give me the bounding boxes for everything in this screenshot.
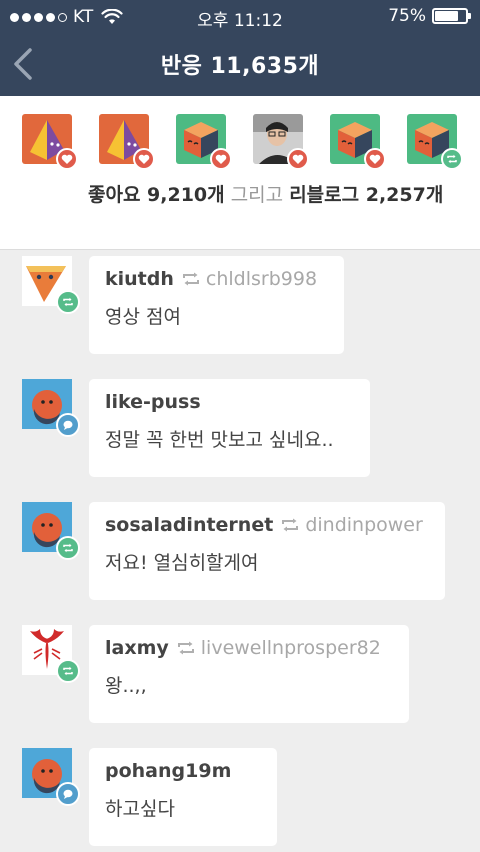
- heart-icon: [133, 148, 155, 170]
- status-bar: KT 오후 11:12 75%: [0, 0, 480, 34]
- note-bubble[interactable]: like-puss 정말 꼭 한번 맛보고 싶네요..: [89, 379, 370, 477]
- reblog-icon: [56, 536, 80, 560]
- note-header: pohang19m: [105, 760, 261, 782]
- reblog-icon: [177, 641, 194, 655]
- note-bubble[interactable]: sosaladinternet dindinpower 저요! 열심히할게여: [89, 502, 445, 600]
- reblogged-from-link[interactable]: chldlsrb998: [206, 268, 317, 290]
- reblog-icon: [282, 518, 299, 532]
- battery-icon: [432, 8, 471, 24]
- reblogs-count: 리블로그 2,257개: [289, 184, 444, 206]
- reblogged-from-link[interactable]: dindinpower: [305, 514, 423, 536]
- heart-icon: [287, 148, 309, 170]
- reactor-avatar[interactable]: [330, 114, 386, 170]
- battery-percent: 75%: [388, 6, 426, 26]
- heart-icon: [364, 148, 386, 170]
- reblogged-from-link[interactable]: livewellnprosper82: [201, 637, 381, 659]
- reblog-icon: [56, 290, 80, 314]
- reactor-avatar[interactable]: [22, 114, 78, 170]
- note-text: 왕..,,: [105, 675, 147, 697]
- reactions-summary-panel: 좋아요 9,210개 그리고 리블로그 2,257개: [0, 96, 480, 250]
- note-header: laxmy livewellnprosper82: [105, 637, 393, 659]
- note-text: 저요! 열심히할게여: [105, 552, 259, 574]
- top-header: KT 오후 11:12 75% 반응 11,635개: [0, 0, 480, 96]
- username-link[interactable]: pohang19m: [105, 760, 231, 782]
- username-link[interactable]: laxmy: [105, 637, 169, 659]
- avatar[interactable]: [22, 502, 80, 560]
- avatar[interactable]: [22, 748, 80, 806]
- page-title: 반응 11,635개: [160, 54, 320, 79]
- note-bubble[interactable]: laxmy livewellnprosper82 왕..,,: [89, 625, 409, 723]
- avatar[interactable]: [22, 625, 80, 683]
- note-header: kiutdh chldlsrb998: [105, 268, 328, 290]
- reactor-avatar[interactable]: [99, 114, 155, 170]
- avatar[interactable]: [22, 379, 80, 437]
- connector-text: 그리고: [230, 184, 284, 206]
- reactor-avatar[interactable]: [176, 114, 232, 170]
- reply-icon: [56, 782, 80, 806]
- reaction-counts: 좋아요 9,210개 그리고 리블로그 2,257개: [88, 182, 458, 208]
- note-text: 영상 점여: [105, 306, 181, 328]
- note-bubble[interactable]: kiutdh chldlsrb998 영상 점여: [89, 256, 344, 354]
- note-bubble[interactable]: pohang19m 하고싶다: [89, 748, 277, 846]
- username-link[interactable]: kiutdh: [105, 268, 174, 290]
- reblog-icon: [56, 659, 80, 683]
- reactor-avatar[interactable]: [253, 114, 309, 170]
- username-link[interactable]: sosaladinternet: [105, 514, 273, 536]
- note-text: 정말 꼭 한번 맛보고 싶네요..: [105, 429, 334, 451]
- reblog-icon: [182, 272, 199, 286]
- reply-icon: [56, 413, 80, 437]
- heart-icon: [210, 148, 232, 170]
- note-text: 하고싶다: [105, 798, 175, 820]
- heart-icon: [56, 148, 78, 170]
- reactor-avatar[interactable]: [407, 114, 463, 170]
- note-header: sosaladinternet dindinpower: [105, 514, 429, 536]
- recent-avatars: [22, 114, 463, 170]
- note-header: like-puss: [105, 391, 354, 413]
- username-link[interactable]: like-puss: [105, 391, 201, 413]
- likes-count: 좋아요 9,210개: [88, 184, 225, 206]
- reblog-icon: [441, 148, 463, 170]
- avatar[interactable]: [22, 256, 80, 314]
